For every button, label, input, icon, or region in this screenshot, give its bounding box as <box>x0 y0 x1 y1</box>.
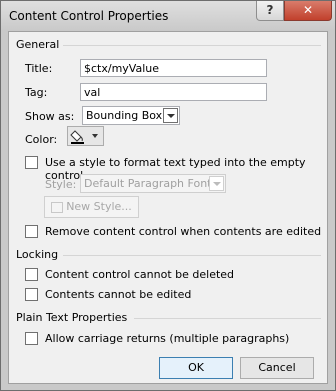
tag-field[interactable]: val <box>80 83 267 101</box>
dialog-body: General Title: $ctx/myValue Tag: val Sho… <box>8 31 328 384</box>
title-field[interactable]: $ctx/myValue <box>80 59 267 77</box>
help-button[interactable]: ? <box>256 1 284 21</box>
cannot-edit-label: Contents cannot be edited <box>45 288 192 301</box>
cannot-delete-label: Content control cannot be deleted <box>45 268 235 281</box>
paint-bucket-icon <box>70 130 98 144</box>
carriage-returns-checkbox[interactable] <box>25 332 38 345</box>
cannot-delete-checkbox[interactable] <box>25 268 38 281</box>
dialog-window: Content Control Properties ? ✕ General T… <box>0 0 336 391</box>
color-picker-button[interactable] <box>67 126 104 146</box>
chevron-down-icon <box>163 108 178 123</box>
new-style-label: New Style... <box>66 200 132 213</box>
chevron-down-icon <box>209 176 224 191</box>
tag-label: Tag: <box>25 86 48 99</box>
use-style-checkbox[interactable] <box>25 156 38 169</box>
title-label: Title: <box>25 62 53 75</box>
locking-divider <box>63 255 321 256</box>
remove-control-checkbox[interactable] <box>25 225 38 238</box>
close-button[interactable]: ✕ <box>284 1 332 21</box>
color-label: Color: <box>25 133 58 146</box>
plain-text-heading: Plain Text Properties <box>16 311 128 324</box>
showas-value: Bounding Box <box>86 109 163 122</box>
showas-label: Show as: <box>25 110 75 123</box>
style-value: Default Paragraph Font <box>84 177 212 190</box>
general-heading: General <box>16 38 60 51</box>
plain-text-divider <box>134 318 321 319</box>
new-style-button[interactable]: New Style... <box>44 196 139 218</box>
locking-heading: Locking <box>16 248 59 261</box>
showas-dropdown[interactable]: Bounding Box <box>82 106 180 125</box>
new-style-icon <box>51 201 64 213</box>
cannot-edit-checkbox[interactable] <box>25 288 38 301</box>
general-divider <box>63 45 321 46</box>
carriage-returns-label: Allow carriage returns (multiple paragra… <box>45 332 290 345</box>
remove-control-label: Remove content control when contents are… <box>45 225 322 238</box>
ok-button[interactable]: OK <box>159 357 233 379</box>
title-bar[interactable]: Content Control Properties ? ✕ <box>1 1 335 31</box>
style-label: Style: <box>45 178 77 191</box>
dialog-title: Content Control Properties <box>9 9 169 23</box>
cancel-button[interactable]: Cancel <box>240 357 314 379</box>
style-dropdown[interactable]: Default Paragraph Font <box>80 174 226 193</box>
